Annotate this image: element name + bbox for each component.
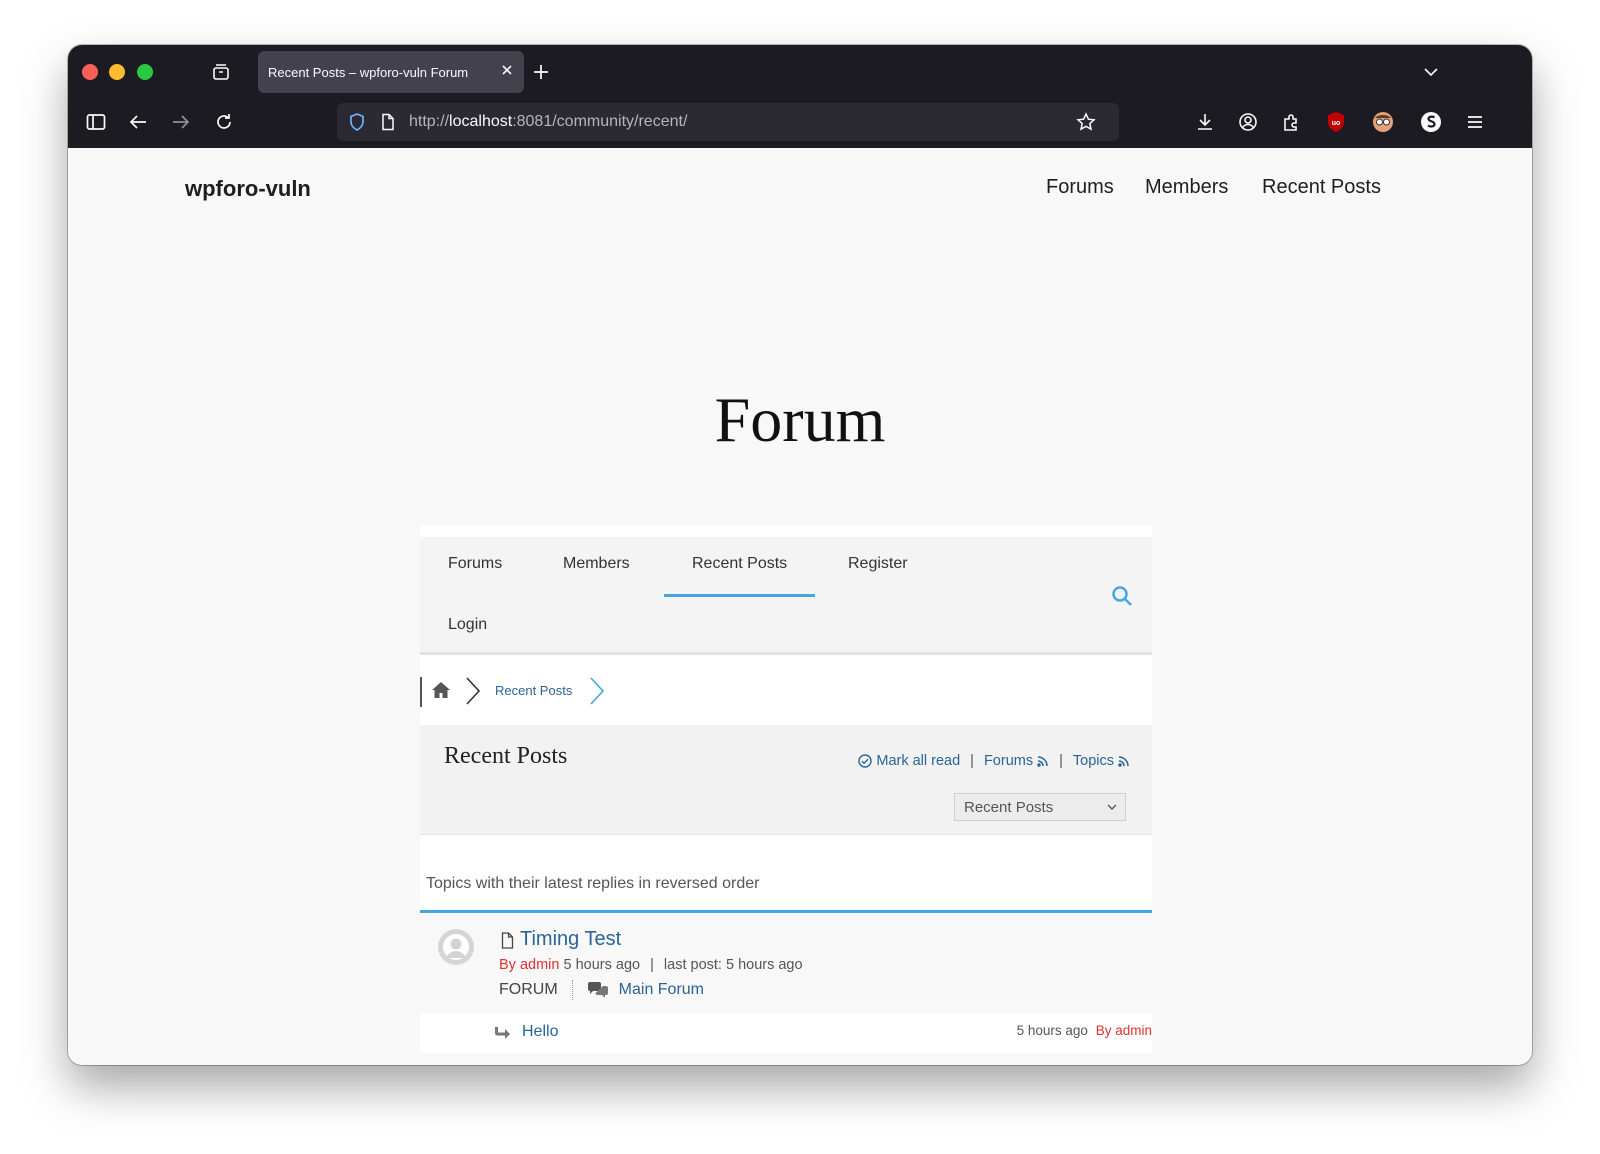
recent-posts-header: Recent Posts Mark all read | Forums | To…	[420, 725, 1152, 835]
reply-title-link[interactable]: Hello	[522, 1023, 558, 1041]
mark-all-read-link[interactable]: Mark all read	[876, 753, 960, 769]
sidebar-icon[interactable]	[83, 109, 109, 135]
rss-icon[interactable]	[1118, 755, 1130, 767]
site-nav-forums[interactable]: Forums	[1046, 176, 1114, 199]
chevron-down-icon	[1107, 803, 1117, 811]
menu-item-forums[interactable]: Forums	[448, 555, 502, 573]
extensions-icon[interactable]	[1278, 109, 1304, 135]
separator: |	[1059, 753, 1063, 769]
active-menu-indicator	[664, 594, 815, 597]
breadcrumb-divider	[420, 677, 422, 707]
menu-item-recent-posts[interactable]: Recent Posts	[692, 555, 787, 573]
topic-title-link[interactable]: Timing Test	[520, 928, 621, 951]
topic-row: Timing Test By admin 5 hours ago | last …	[420, 913, 1152, 1013]
close-tab-icon[interactable]	[500, 63, 514, 77]
page-info-icon[interactable]	[379, 112, 397, 132]
app-menu-icon[interactable]	[1462, 109, 1488, 135]
topic-author-link[interactable]: By admin	[499, 957, 559, 973]
minimize-window-button[interactable]	[109, 64, 125, 80]
breadcrumb: Recent Posts	[420, 655, 1152, 725]
breadcrumb-chevron-icon	[464, 675, 482, 707]
view-filter-value: Recent Posts	[964, 799, 1054, 816]
section-title: Recent Posts	[444, 743, 568, 769]
url-scheme: http://	[409, 113, 450, 130]
breadcrumb-end-chevron-icon	[588, 675, 606, 707]
url-path: :8081/community/recent/	[512, 113, 688, 130]
new-tab-icon[interactable]	[528, 59, 554, 85]
separator: |	[970, 753, 974, 769]
forums-rss-link[interactable]: Forums	[984, 753, 1033, 769]
reply-author-link[interactable]: By admin	[1096, 1023, 1152, 1038]
list-all-tabs-icon[interactable]	[1418, 59, 1444, 85]
maximize-window-button[interactable]	[137, 64, 153, 80]
browser-chrome: Recent Posts – wpforo-vuln Forum http://…	[68, 45, 1532, 148]
home-icon[interactable]	[430, 679, 452, 701]
back-arrow-icon[interactable]	[125, 109, 151, 135]
description-area: Topics with their latest replies in reve…	[420, 835, 1152, 913]
url-text[interactable]: http://localhost:8081/community/recent/	[409, 113, 687, 131]
section-description: Topics with their latest replies in reve…	[426, 875, 760, 892]
topic-forum: FORUM Main Forum	[499, 980, 704, 1000]
svg-text:uo: uo	[1332, 120, 1341, 127]
account-icon[interactable]	[1235, 109, 1261, 135]
tab-overview-icon[interactable]	[208, 59, 234, 85]
check-circle-icon	[858, 754, 873, 768]
reload-icon[interactable]	[211, 109, 237, 135]
forum-container: Forums Members Recent Posts Register Log…	[420, 525, 1152, 1053]
tab-title: Recent Posts – wpforo-vuln Forum	[268, 64, 469, 80]
search-icon[interactable]	[1110, 584, 1134, 608]
menu-item-register[interactable]: Register	[848, 555, 908, 573]
ublock-origin-icon[interactable]: uo	[1323, 109, 1349, 135]
browser-window: Recent Posts – wpforo-vuln Forum http://…	[68, 45, 1532, 1065]
separator: |	[650, 957, 654, 973]
forum-label: FORUM	[499, 981, 558, 998]
tracking-shield-icon[interactable]	[347, 112, 367, 132]
avatar[interactable]	[438, 929, 474, 965]
reply-time: 5 hours ago	[1016, 1023, 1088, 1038]
active-tab[interactable]: Recent Posts – wpforo-vuln Forum	[258, 51, 524, 93]
topic-document-icon	[500, 931, 514, 949]
page-title: Forum	[714, 384, 886, 455]
address-bar[interactable]: http://localhost:8081/community/recent/	[337, 103, 1119, 141]
topic-meta: By admin 5 hours ago | last post: 5 hour…	[499, 957, 803, 973]
site-title[interactable]: wpforo-vuln	[185, 176, 311, 202]
web-page: wpforo-vuln Forums Members Recent Posts …	[68, 148, 1532, 1065]
topic-created-time: 5 hours ago	[563, 957, 641, 973]
breadcrumb-current[interactable]: Recent Posts	[495, 683, 572, 698]
comments-icon	[587, 981, 609, 999]
view-filter-select[interactable]: Recent Posts	[954, 793, 1126, 821]
sync-extension-icon[interactable]	[1418, 109, 1444, 135]
menu-item-login[interactable]: Login	[448, 616, 487, 634]
reply-row: Hello 5 hours ago By admin	[420, 1013, 1152, 1053]
forum-menu: Forums Members Recent Posts Register Log…	[420, 525, 1152, 655]
forward-arrow-icon[interactable]	[168, 109, 194, 135]
section-actions: Mark all read | Forums | Topics	[858, 753, 1130, 769]
reply-arrow-icon	[493, 1025, 511, 1041]
url-host: localhost	[449, 113, 513, 130]
site-nav-recent-posts[interactable]: Recent Posts	[1262, 176, 1381, 199]
dotted-separator	[571, 980, 573, 1000]
bookmark-star-icon[interactable]	[1075, 111, 1097, 133]
close-window-button[interactable]	[82, 64, 98, 80]
topics-rss-link[interactable]: Topics	[1073, 753, 1114, 769]
topic-last-post: last post: 5 hours ago	[663, 957, 803, 973]
extension-avatar-icon[interactable]	[1370, 109, 1396, 135]
site-nav-members[interactable]: Members	[1145, 176, 1228, 199]
forum-name-link[interactable]: Main Forum	[619, 981, 704, 999]
downloads-icon[interactable]	[1192, 109, 1218, 135]
menu-item-members[interactable]: Members	[563, 555, 630, 573]
rss-icon[interactable]	[1037, 755, 1049, 767]
reply-meta: 5 hours ago By admin	[1017, 1023, 1152, 1038]
